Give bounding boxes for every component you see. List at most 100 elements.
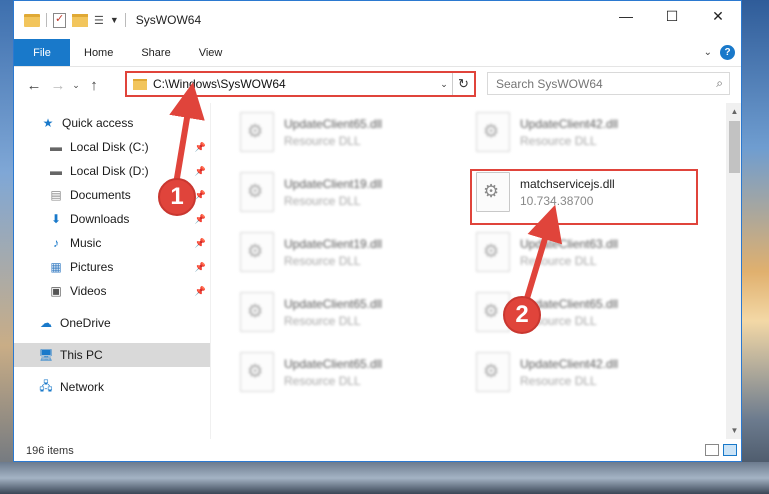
sidebar-item-label: Music [70, 236, 102, 250]
tab-share[interactable]: Share [127, 39, 184, 66]
dll-file-icon [476, 352, 510, 392]
file-name: UpdateClient65.dll [284, 356, 383, 371]
pin-icon[interactable]: 📌 [195, 166, 206, 177]
vertical-scrollbar[interactable]: ▲ ▼ [726, 103, 741, 439]
quick-access-toolbar: ☰ ▼ [14, 12, 126, 28]
dropdown-arrow-icon[interactable]: ▼ [110, 15, 119, 25]
file-item[interactable]: UpdateClient42.dll Resource DLL [476, 347, 696, 397]
sidebar-item-label: Pictures [70, 260, 114, 274]
sidebar-item-this-pc[interactable]: 🖥 This PC [14, 343, 210, 367]
back-arrow-icon[interactable]: ← [22, 77, 46, 94]
file-highlight-box [470, 169, 698, 225]
file-item[interactable]: UpdateClient65.dll Resource DLL [240, 347, 460, 397]
details-view-icon[interactable] [705, 444, 719, 456]
sidebar-item-label: Videos [70, 284, 107, 298]
window-title: SysWOW64 [135, 13, 202, 27]
help-icon[interactable]: ? [720, 45, 735, 60]
pin-icon[interactable]: 📌 [195, 190, 206, 201]
expand-ribbon-icon[interactable]: ⌄ [704, 47, 712, 58]
sidebar-item-label: OneDrive [60, 316, 111, 330]
sidebar-item-label: Local Disk (D:) [70, 164, 149, 178]
close-button[interactable]: ✕ [695, 1, 741, 31]
file-list: UpdateClient65.dll Resource DLL UpdateCli… [230, 107, 720, 437]
window-controls: — ☐ ✕ [603, 1, 741, 31]
file-description: Resource DLL [520, 373, 597, 388]
file-name: UpdateClient42.dll [520, 356, 619, 371]
maximize-button[interactable]: ☐ [649, 1, 695, 31]
music-icon: ♪ [53, 236, 59, 250]
sidebar-item-label: Quick access [62, 116, 134, 130]
pin-icon[interactable]: 📌 [195, 214, 206, 225]
documents-icon: ▤ [50, 188, 62, 202]
navigation-pane: ★ Quick access ▬ Local Disk (C:) 📌 ▬ Loc… [14, 111, 210, 439]
tab-file[interactable]: File [14, 39, 70, 66]
new-folder-icon[interactable] [72, 13, 88, 27]
dll-file-icon [240, 292, 274, 332]
item-count: 196 items [26, 445, 74, 457]
sidebar-item-network[interactable]: 🖧 Network [14, 375, 210, 399]
videos-icon: ▣ [50, 284, 62, 298]
folder-icon [24, 13, 40, 27]
pictures-icon: ▦ [50, 260, 62, 274]
dll-file-icon [476, 112, 510, 152]
tiles-view-icon[interactable] [723, 444, 737, 456]
file-item[interactable]: UpdateClient65.dll Resource DLL [240, 107, 460, 157]
pin-icon[interactable]: 📌 [195, 142, 206, 153]
address-bar[interactable]: C:\Windows\SysWOW64 ⌄ ↻ [125, 71, 476, 97]
status-bar: 196 items [14, 439, 741, 461]
pin-icon[interactable]: 📌 [195, 286, 206, 297]
file-item[interactable]: UpdateClient65.dll Resource DLL [240, 287, 460, 337]
file-item[interactable]: UpdateClient42.dll Resource DLL [476, 107, 696, 157]
scrollbar-thumb[interactable] [729, 121, 740, 173]
sidebar-item-videos[interactable]: ▣ Videos 📌 [14, 279, 210, 303]
scroll-up-icon[interactable]: ▲ [726, 103, 741, 120]
sidebar-item-label: Network [60, 380, 105, 394]
step-1-badge: 1 [158, 178, 196, 216]
search-icon[interactable]: ⌕ [716, 76, 723, 91]
explorer-window: ☰ ▼ SysWOW64 — ☐ ✕ File Home Share View … [13, 0, 742, 462]
sidebar-item-pictures[interactable]: ▦ Pictures 📌 [14, 255, 210, 279]
search-box[interactable]: ⌕ [487, 72, 730, 95]
file-name: UpdateClient42.dll [520, 116, 619, 131]
ribbon-tabs: File Home Share View ⌄ ? [14, 39, 741, 67]
sidebar-item-quick-access[interactable]: ★ Quick access [14, 111, 210, 135]
file-name: UpdateClient63.dll [520, 236, 619, 251]
file-item[interactable]: UpdateClient63.dll Resource DLL [476, 227, 696, 277]
file-item[interactable]: UpdateClient19.dll Resource DLL [240, 167, 460, 217]
onedrive-icon: ☁ [40, 316, 52, 330]
dll-file-icon [240, 352, 274, 392]
tab-home[interactable]: Home [70, 39, 127, 66]
sidebar-item-label: Documents [70, 188, 131, 202]
scroll-down-icon[interactable]: ▼ [726, 422, 741, 439]
sidebar-item-music[interactable]: ♪ Music 📌 [14, 231, 210, 255]
refresh-icon[interactable]: ↻ [452, 73, 474, 95]
file-name: UpdateClient19.dll [284, 236, 383, 251]
file-description: Resource DLL [520, 253, 597, 268]
file-description: Resource DLL [284, 193, 361, 208]
pin-icon[interactable]: 📌 [195, 262, 206, 273]
forward-arrow-icon[interactable]: → [46, 77, 70, 94]
sidebar-item-label: This PC [60, 348, 103, 362]
properties-icon[interactable] [53, 12, 66, 28]
sidebar-item-label: Local Disk (C:) [70, 140, 149, 154]
ribbon-controls: ⌄ ? [704, 45, 735, 60]
dll-file-icon [240, 172, 274, 212]
file-item[interactable]: UpdateClient19.dll Resource DLL [240, 227, 460, 277]
pin-icon[interactable]: 📌 [195, 238, 206, 249]
navigation-bar: ← → ⌄ ↑ C:\Windows\SysWOW64 ⌄ ↻ ⌕ [14, 67, 741, 103]
desktop-wallpaper [742, 0, 769, 494]
search-input[interactable] [496, 76, 717, 91]
minimize-button[interactable]: — [603, 1, 649, 31]
file-description: Resource DLL [284, 373, 361, 388]
sidebar-item-onedrive[interactable]: ☁ OneDrive [14, 311, 210, 335]
address-path[interactable]: C:\Windows\SysWOW64 [153, 77, 436, 91]
sidebar-item-local-disk-c[interactable]: ▬ Local Disk (C:) 📌 [14, 135, 210, 159]
pane-divider [210, 103, 211, 439]
download-icon: ⬇ [50, 212, 62, 226]
chevron-down-icon[interactable]: ⌄ [436, 79, 452, 90]
up-arrow-icon[interactable]: ↑ [82, 77, 106, 94]
recent-locations-icon[interactable]: ⌄ [70, 80, 82, 91]
file-description: Resource DLL [284, 133, 361, 148]
customize-icon[interactable]: ☰ [94, 14, 104, 27]
tab-view[interactable]: View [185, 39, 237, 66]
